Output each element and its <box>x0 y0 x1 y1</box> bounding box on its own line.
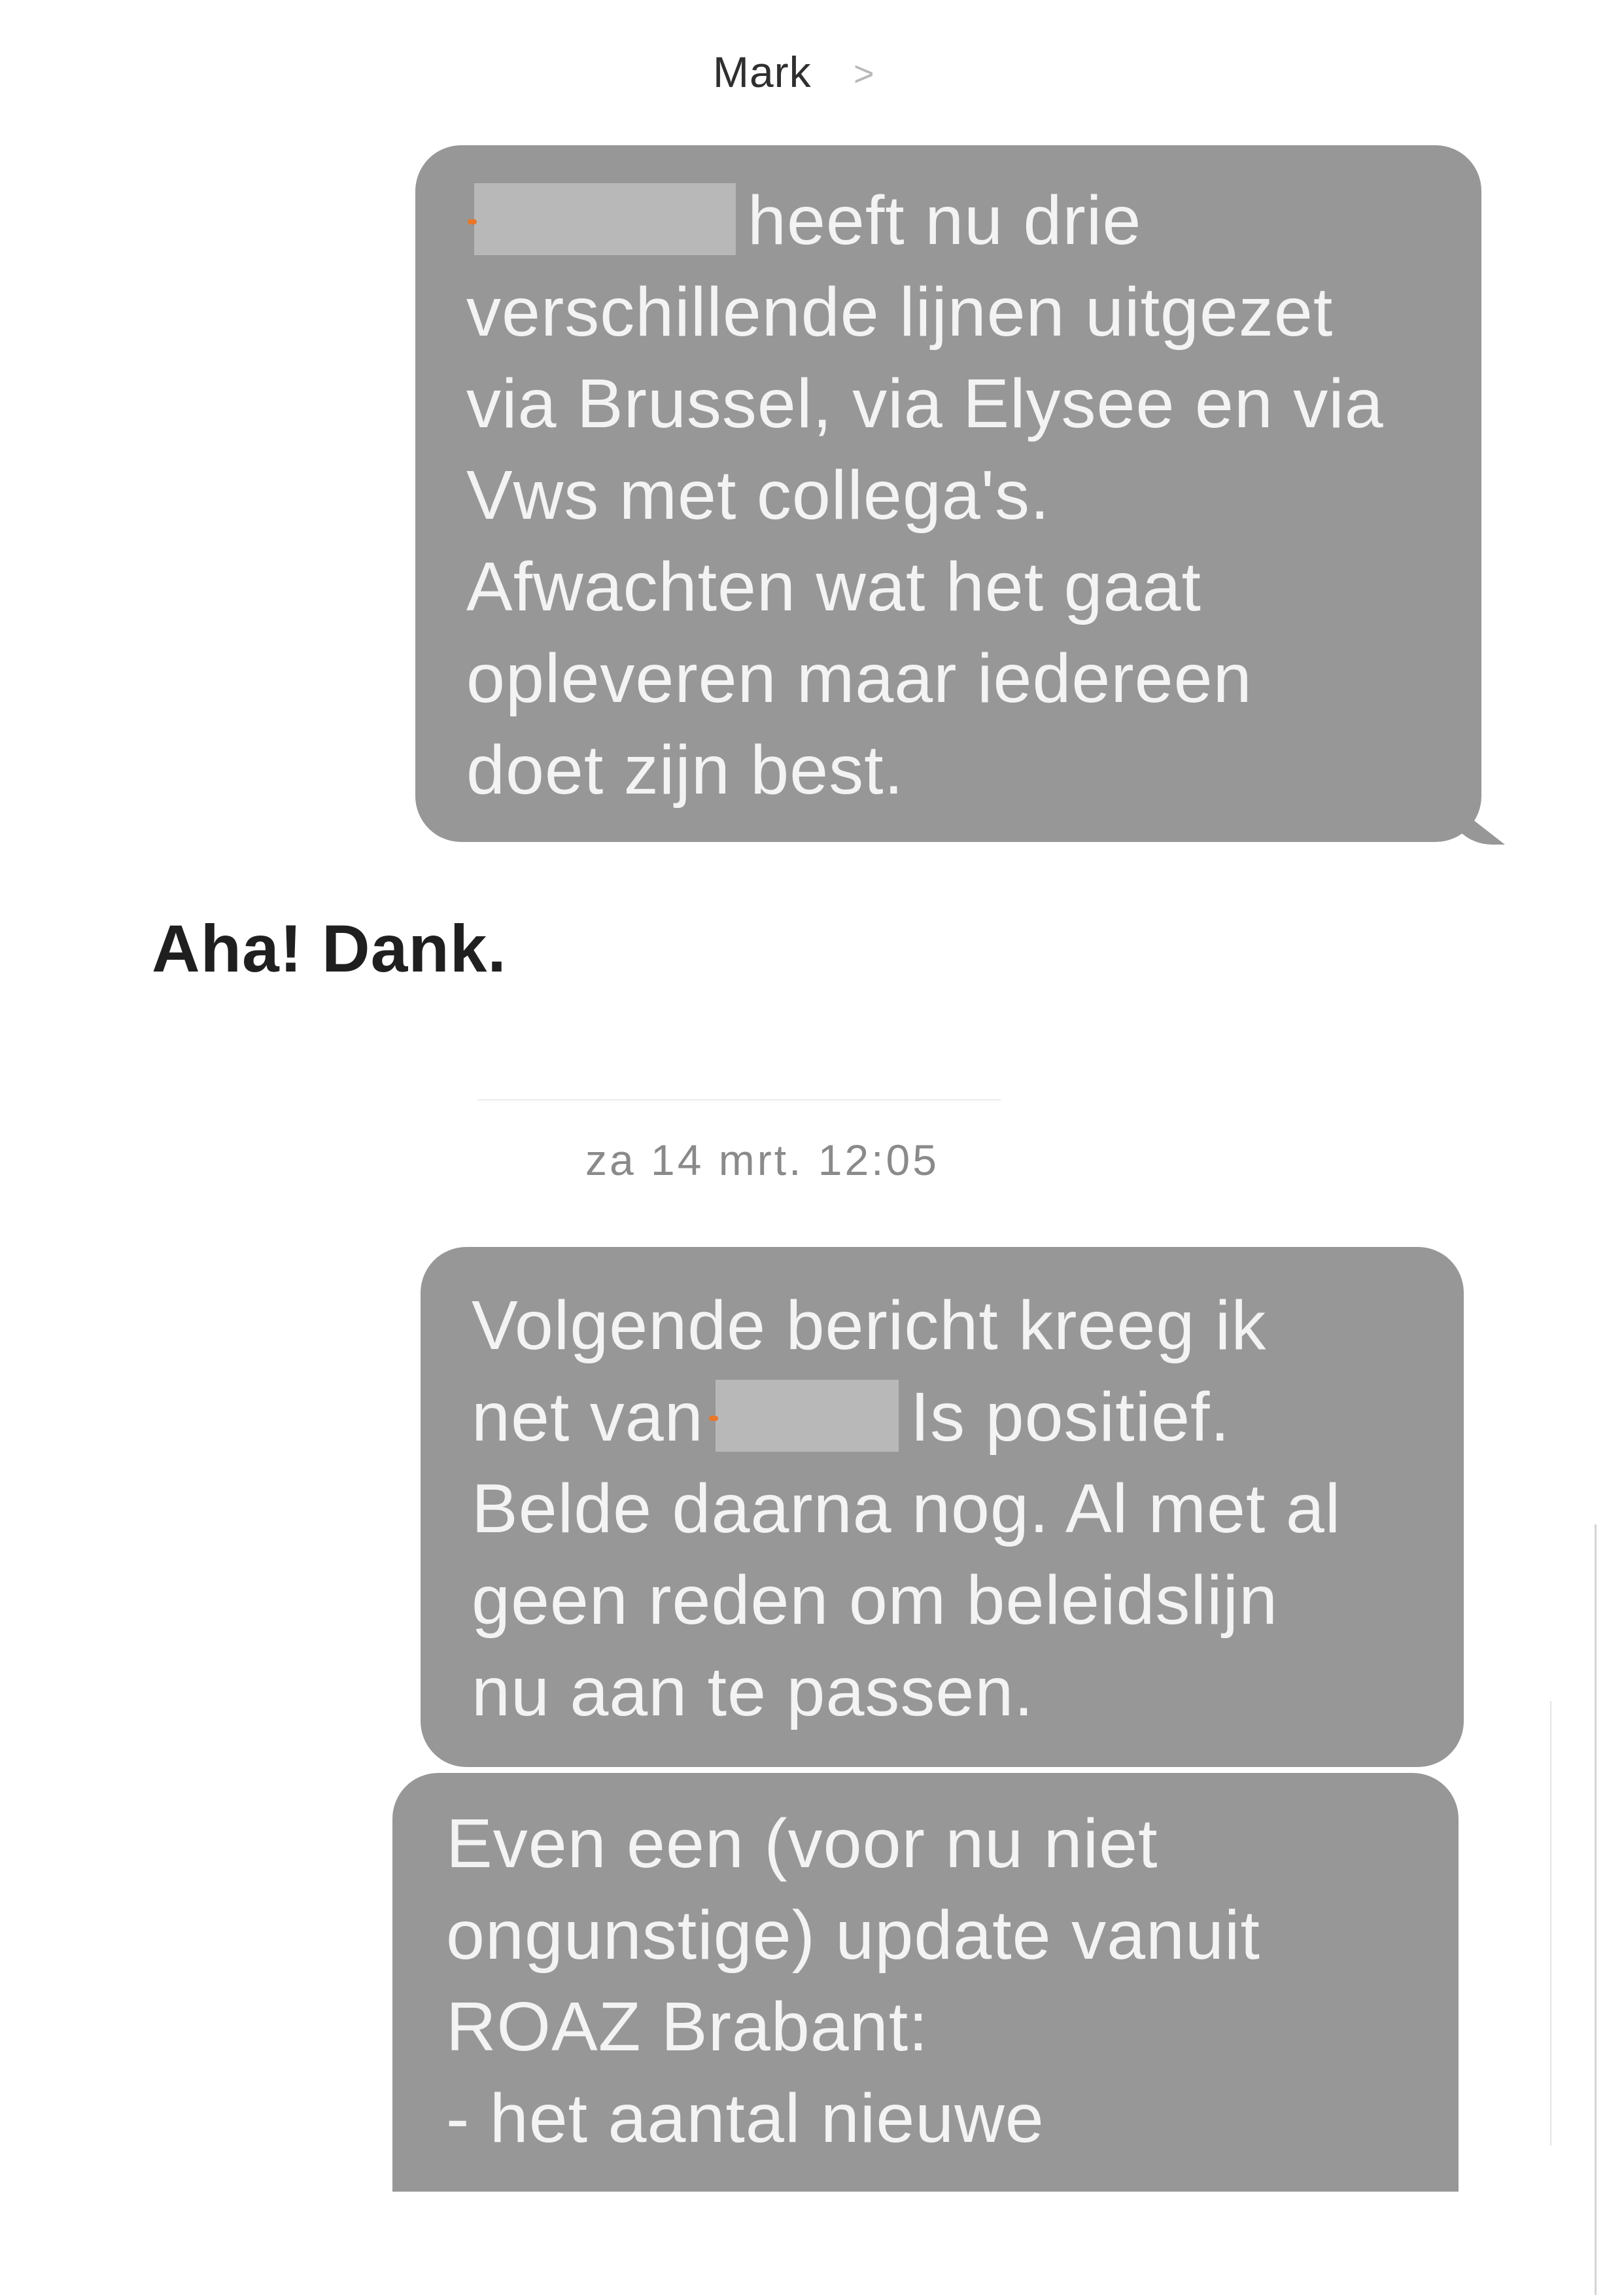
chevron-right-icon[interactable]: > <box>854 54 874 94</box>
message-outgoing[interactable]: Aha! Dank. <box>152 911 507 987</box>
message-text: Even een (voor nu niet ongunstige) updat… <box>446 1805 1260 2157</box>
bubble-tail <box>1446 799 1505 845</box>
contact-name[interactable]: Mark <box>713 47 812 97</box>
redaction-block <box>468 183 736 255</box>
redaction-block <box>708 1380 899 1452</box>
scan-edge-right <box>1595 1524 1597 2295</box>
separator-line <box>477 1099 1001 1100</box>
message-text: heeft nu drie verschillende lijnen uitge… <box>466 175 1436 816</box>
scan-edge-right-2 <box>1550 1701 1551 2146</box>
message-bubble-incoming[interactable]: heeft nu drie verschillende lijnen uitge… <box>415 145 1505 845</box>
message-text-part: heeft nu drie verschillende lijnen uitge… <box>466 182 1384 809</box>
message-text: Volgende bericht kreeg ik net van Is posi… <box>472 1280 1418 1738</box>
message-bubble-incoming[interactable]: Even een (voor nu niet ongunstige) updat… <box>392 1773 1459 2192</box>
message-bubble-incoming[interactable]: Volgende bericht kreeg ik net van Is posi… <box>421 1247 1464 1767</box>
message-timestamp: za 14 mrt. 12:05 <box>585 1136 939 1184</box>
